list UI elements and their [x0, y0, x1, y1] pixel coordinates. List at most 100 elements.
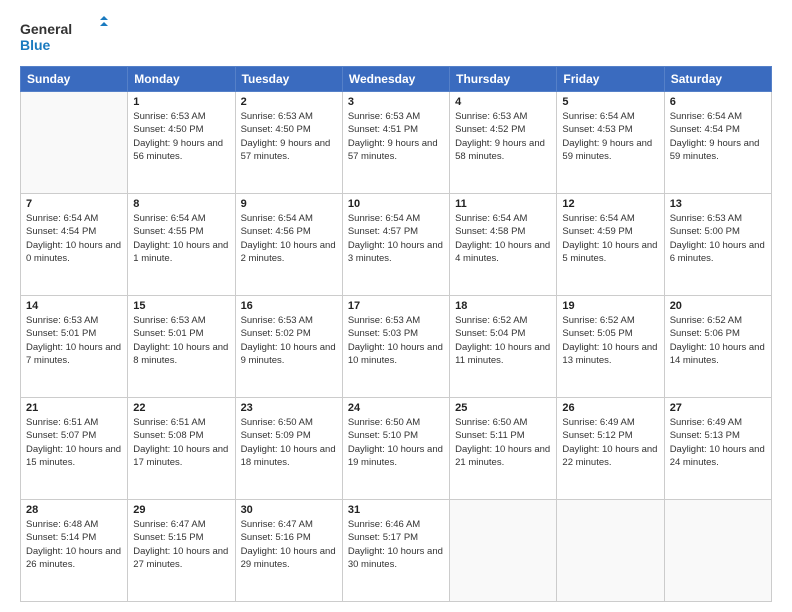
day-info: Sunrise: 6:51 AMSunset: 5:08 PMDaylight:… — [133, 416, 229, 469]
calendar-cell: 24Sunrise: 6:50 AMSunset: 5:10 PMDayligh… — [342, 398, 449, 500]
day-info: Sunrise: 6:47 AMSunset: 5:15 PMDaylight:… — [133, 518, 229, 571]
day-number: 25 — [455, 402, 551, 414]
day-number: 16 — [241, 300, 337, 312]
calendar-cell: 28 Sunrise: 6:48 AMSunset: 5:14 PMDayligh… — [21, 500, 128, 602]
weekday-header-saturday: Saturday — [664, 67, 771, 92]
day-number: 8 — [133, 198, 229, 210]
week-row-2: 14 Sunrise: 6:53 AMSunset: 5:01 PMDayligh… — [21, 296, 772, 398]
day-info: Sunrise: 6:47 AMSunset: 5:16 PMDaylight:… — [241, 518, 337, 571]
day-number: 30 — [241, 504, 337, 516]
day-number: 2 — [241, 96, 337, 108]
calendar-cell: 10 Sunrise: 6:54 AMSunset: 4:57 PMDayligh… — [342, 194, 449, 296]
weekday-header-tuesday: Tuesday — [235, 67, 342, 92]
week-row-0: 1 Sunrise: 6:53 AMSunset: 4:50 PMDaylight… — [21, 92, 772, 194]
day-info: Sunrise: 6:49 AMSunset: 5:13 PMDaylight:… — [670, 416, 766, 469]
weekday-header-friday: Friday — [557, 67, 664, 92]
day-number: 17 — [348, 300, 444, 312]
day-info: Sunrise: 6:54 AMSunset: 4:59 PMDaylight:… — [562, 212, 658, 265]
day-info: Sunrise: 6:54 AMSunset: 4:58 PMDaylight:… — [455, 212, 551, 265]
day-number: 19 — [562, 300, 658, 312]
weekday-header-thursday: Thursday — [450, 67, 557, 92]
calendar-cell — [21, 92, 128, 194]
day-info: Sunrise: 6:54 AMSunset: 4:54 PMDaylight:… — [670, 110, 766, 163]
calendar-cell: 3 Sunrise: 6:53 AMSunset: 4:51 PMDaylight… — [342, 92, 449, 194]
day-info: Sunrise: 6:52 AMSunset: 5:04 PMDaylight:… — [455, 314, 551, 367]
day-number: 29 — [133, 504, 229, 516]
calendar-cell: 31 Sunrise: 6:46 AMSunset: 5:17 PMDayligh… — [342, 500, 449, 602]
day-info: Sunrise: 6:52 AMSunset: 5:06 PMDaylight:… — [670, 314, 766, 367]
day-info: Sunrise: 6:54 AMSunset: 4:57 PMDaylight:… — [348, 212, 444, 265]
calendar-cell: 25 Sunrise: 6:50 AMSunset: 5:11 PMDayligh… — [450, 398, 557, 500]
day-number: 5 — [562, 96, 658, 108]
day-number: 12 — [562, 198, 658, 210]
day-info: Sunrise: 6:54 AMSunset: 4:54 PMDaylight:… — [26, 212, 122, 265]
calendar-cell — [664, 500, 771, 602]
calendar-cell: 15 Sunrise: 6:53 AMSunset: 5:01 PMDayligh… — [128, 296, 235, 398]
logo: General Blue — [20, 16, 110, 56]
day-info: Sunrise: 6:53 AMSunset: 5:02 PMDaylight:… — [241, 314, 337, 367]
day-number: 22 — [133, 402, 229, 414]
calendar-cell: 11 Sunrise: 6:54 AMSunset: 4:58 PMDayligh… — [450, 194, 557, 296]
calendar-cell: 30 Sunrise: 6:47 AMSunset: 5:16 PMDayligh… — [235, 500, 342, 602]
day-info: Sunrise: 6:48 AMSunset: 5:14 PMDaylight:… — [26, 518, 122, 571]
logo-svg: General Blue — [20, 16, 110, 56]
calendar-cell: 26Sunrise: 6:49 AMSunset: 5:12 PMDayligh… — [557, 398, 664, 500]
calendar-cell: 5 Sunrise: 6:54 AMSunset: 4:53 PMDaylight… — [557, 92, 664, 194]
calendar-cell: 18 Sunrise: 6:52 AMSunset: 5:04 PMDayligh… — [450, 296, 557, 398]
day-info: Sunrise: 6:46 AMSunset: 5:17 PMDaylight:… — [348, 518, 444, 571]
page: General Blue SundayMondayTuesdayWednesda… — [0, 0, 792, 612]
day-info: Sunrise: 6:53 AMSunset: 4:50 PMDaylight:… — [133, 110, 229, 163]
calendar-cell: 19Sunrise: 6:52 AMSunset: 5:05 PMDayligh… — [557, 296, 664, 398]
calendar-cell — [557, 500, 664, 602]
day-info: Sunrise: 6:53 AMSunset: 4:50 PMDaylight:… — [241, 110, 337, 163]
weekday-header-monday: Monday — [128, 67, 235, 92]
day-number: 21 — [26, 402, 122, 414]
calendar-cell: 17 Sunrise: 6:53 AMSunset: 5:03 PMDayligh… — [342, 296, 449, 398]
day-number: 18 — [455, 300, 551, 312]
day-info: Sunrise: 6:53 AMSunset: 5:03 PMDaylight:… — [348, 314, 444, 367]
calendar-cell: 13 Sunrise: 6:53 AMSunset: 5:00 PMDayligh… — [664, 194, 771, 296]
week-row-1: 7Sunrise: 6:54 AMSunset: 4:54 PMDaylight… — [21, 194, 772, 296]
day-info: Sunrise: 6:53 AMSunset: 5:00 PMDaylight:… — [670, 212, 766, 265]
day-info: Sunrise: 6:49 AMSunset: 5:12 PMDaylight:… — [562, 416, 658, 469]
calendar-cell: 22 Sunrise: 6:51 AMSunset: 5:08 PMDayligh… — [128, 398, 235, 500]
calendar-cell — [450, 500, 557, 602]
day-number: 11 — [455, 198, 551, 210]
calendar-cell: 14 Sunrise: 6:53 AMSunset: 5:01 PMDayligh… — [21, 296, 128, 398]
day-number: 15 — [133, 300, 229, 312]
day-number: 3 — [348, 96, 444, 108]
day-number: 24 — [348, 402, 444, 414]
day-number: 1 — [133, 96, 229, 108]
day-info: Sunrise: 6:54 AMSunset: 4:56 PMDaylight:… — [241, 212, 337, 265]
day-info: Sunrise: 6:53 AMSunset: 4:52 PMDaylight:… — [455, 110, 551, 163]
svg-text:General: General — [20, 21, 72, 37]
calendar-cell: 4 Sunrise: 6:53 AMSunset: 4:52 PMDaylight… — [450, 92, 557, 194]
day-info: Sunrise: 6:50 AMSunset: 5:11 PMDaylight:… — [455, 416, 551, 469]
day-info: Sunrise: 6:51 AMSunset: 5:07 PMDaylight:… — [26, 416, 122, 469]
calendar-cell: 21 Sunrise: 6:51 AMSunset: 5:07 PMDayligh… — [21, 398, 128, 500]
weekday-header-row: SundayMondayTuesdayWednesdayThursdayFrid… — [21, 67, 772, 92]
weekday-header-sunday: Sunday — [21, 67, 128, 92]
day-number: 4 — [455, 96, 551, 108]
calendar-cell: 1 Sunrise: 6:53 AMSunset: 4:50 PMDaylight… — [128, 92, 235, 194]
calendar-table: SundayMondayTuesdayWednesdayThursdayFrid… — [20, 66, 772, 602]
day-info: Sunrise: 6:54 AMSunset: 4:55 PMDaylight:… — [133, 212, 229, 265]
day-info: Sunrise: 6:53 AMSunset: 5:01 PMDaylight:… — [133, 314, 229, 367]
day-number: 23 — [241, 402, 337, 414]
day-number: 31 — [348, 504, 444, 516]
calendar-cell: 20 Sunrise: 6:52 AMSunset: 5:06 PMDayligh… — [664, 296, 771, 398]
day-number: 27 — [670, 402, 766, 414]
day-number: 10 — [348, 198, 444, 210]
week-row-3: 21 Sunrise: 6:51 AMSunset: 5:07 PMDayligh… — [21, 398, 772, 500]
day-info: Sunrise: 6:54 AMSunset: 4:53 PMDaylight:… — [562, 110, 658, 163]
calendar-cell: 16 Sunrise: 6:53 AMSunset: 5:02 PMDayligh… — [235, 296, 342, 398]
svg-text:Blue: Blue — [20, 37, 51, 53]
weekday-header-wednesday: Wednesday — [342, 67, 449, 92]
day-number: 20 — [670, 300, 766, 312]
day-info: Sunrise: 6:53 AMSunset: 4:51 PMDaylight:… — [348, 110, 444, 163]
day-number: 28 — [26, 504, 122, 516]
day-info: Sunrise: 6:53 AMSunset: 5:01 PMDaylight:… — [26, 314, 122, 367]
day-number: 14 — [26, 300, 122, 312]
day-info: Sunrise: 6:50 AMSunset: 5:09 PMDaylight:… — [241, 416, 337, 469]
day-number: 13 — [670, 198, 766, 210]
